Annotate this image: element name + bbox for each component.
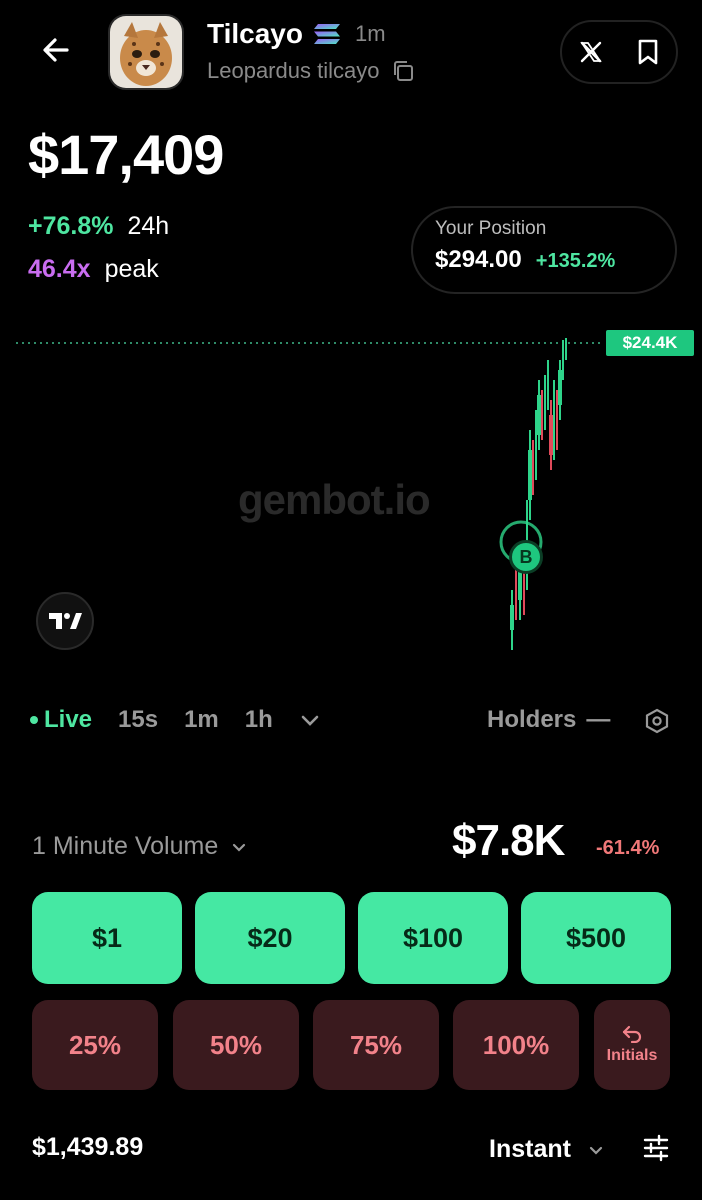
token-full-name: Leopardus tilcayo [207, 58, 380, 83]
tab-live-label: Live [44, 706, 93, 733]
chevron-down-icon[interactable] [299, 709, 321, 731]
volume-value: $7.8K [452, 816, 565, 865]
token-price: $17,409 [28, 123, 224, 186]
tab-1h[interactable]: 1h [245, 706, 273, 734]
sell-50-button[interactable]: 50% [173, 1000, 299, 1090]
header-actions [560, 20, 678, 84]
token-subtitle-row: Leopardus tilcayo [207, 58, 415, 84]
buy-1-button[interactable]: $1 [32, 892, 182, 984]
holders-label: Holders [487, 706, 577, 733]
token-title-row: Tilcayo 1m [207, 18, 386, 50]
hexagon-settings-icon[interactable] [644, 708, 670, 734]
sell-initials-button[interactable]: Initials [594, 1000, 670, 1090]
solana-icon [313, 24, 340, 44]
sell-75-button[interactable]: 75% [313, 1000, 439, 1090]
holders-toggle[interactable]: Holders — [487, 706, 610, 734]
live-dot [30, 716, 38, 724]
sliders-icon[interactable] [642, 1134, 670, 1162]
tab-1m[interactable]: 1m [184, 706, 219, 734]
wallet-balance: $1,439.89 [32, 1133, 144, 1161]
price-change-row: +76.8% 24h [28, 212, 169, 241]
tab-live[interactable]: Live [30, 706, 92, 734]
execution-mode-select[interactable]: Instant [489, 1135, 605, 1164]
sell-100-button[interactable]: 100% [453, 1000, 579, 1090]
token-name: Tilcayo [207, 18, 303, 49]
peak-multiple: 46.4x [28, 255, 91, 283]
current-price-tag: $24.4K [606, 330, 694, 356]
ocelot-image [110, 16, 182, 88]
token-age: 1m [354, 21, 386, 46]
gembot-watermark: gembot.io [238, 476, 431, 523]
initials-label: Initials [606, 1047, 658, 1064]
timeframe-tabs: Live 15s 1m 1h [30, 706, 321, 734]
bookmark-icon[interactable] [637, 39, 659, 65]
peak-label: peak [104, 255, 159, 283]
buy-500-button[interactable]: $500 [521, 892, 671, 984]
buy-100-button[interactable]: $100 [358, 892, 508, 984]
arrow-left-icon [43, 38, 69, 62]
chevron-down-icon [589, 1146, 603, 1155]
volume-selector[interactable]: 1 Minute Volume [32, 832, 248, 861]
buy-marker[interactable]: B [509, 540, 543, 574]
back-button[interactable] [28, 22, 84, 78]
position-label: Your Position [435, 218, 547, 239]
tradingview-logo-icon[interactable] [36, 592, 94, 650]
price-change-24h: +76.8% [28, 212, 114, 240]
x-logo-icon[interactable] [579, 40, 603, 64]
token-avatar[interactable] [108, 14, 184, 90]
copy-icon[interactable] [391, 59, 415, 83]
volume-change: -61.4% [596, 837, 660, 859]
position-pnl: +135.2% [535, 250, 616, 272]
undo-icon [622, 1025, 642, 1043]
volume-label: 1 Minute Volume [32, 832, 219, 860]
position-amount: $294.00 [435, 246, 522, 273]
buy-20-button[interactable]: $20 [195, 892, 345, 984]
tab-15s[interactable]: 15s [118, 706, 158, 734]
price-change-period: 24h [127, 212, 170, 240]
peak-row: 46.4x peak [28, 255, 159, 284]
tradingview-icon [49, 613, 82, 629]
chevron-down-icon [233, 843, 246, 852]
position-card[interactable]: Your Position $294.00 +135.2% [411, 206, 677, 294]
sell-25-button[interactable]: 25% [32, 1000, 158, 1090]
holders-value: — [586, 706, 611, 733]
execution-mode-label: Instant [489, 1135, 571, 1163]
